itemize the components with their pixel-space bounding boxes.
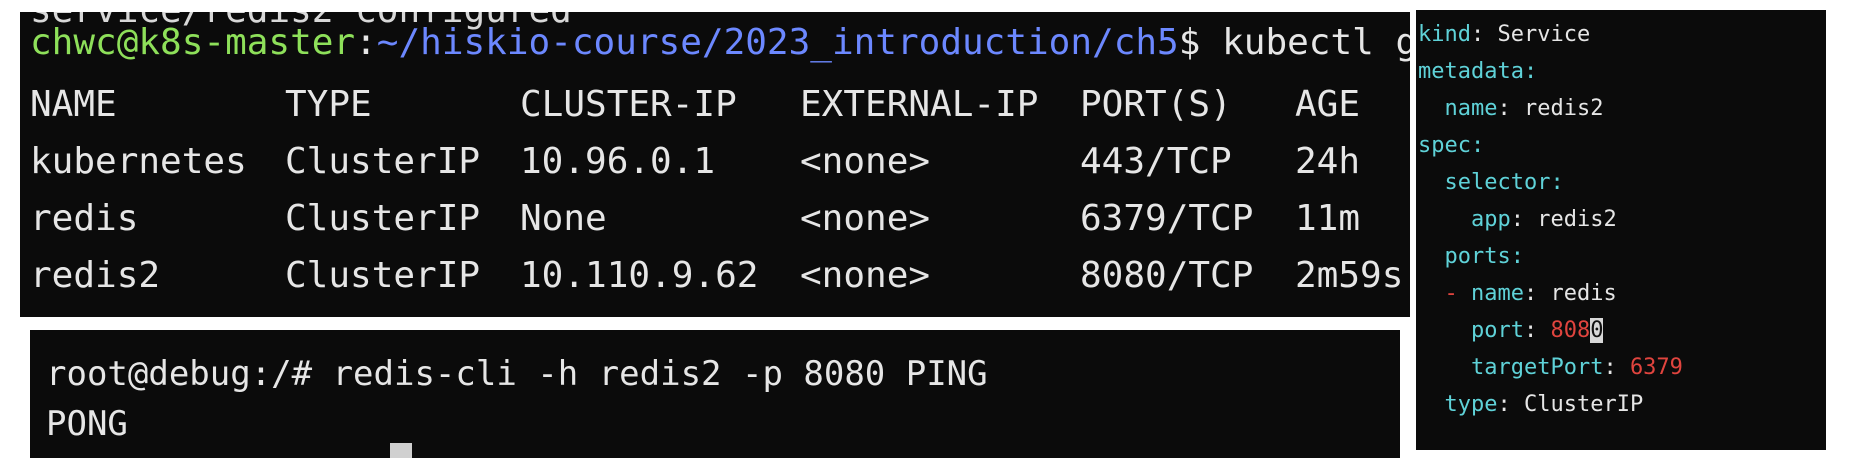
yaml-line-kind: kind: Service [1418,22,1591,47]
row-type: ClusterIP [285,198,481,239]
row-cluster-ip: None [520,198,607,239]
yaml-key: targetPort [1470,355,1604,380]
row-name: kubernetes [30,141,247,182]
row-age: 11m [1295,198,1361,239]
header-name: NAME [30,84,117,125]
yaml-value: ClusterIP [1523,392,1644,417]
yaml-number-value: 6379 [1629,355,1683,380]
yaml-line-ports: ports: [1444,244,1524,269]
debug-prompt: root@debug:/# [46,354,313,394]
prompt-line: chwc@k8s-master:~/hiskio-course/2023_int… [30,18,1410,68]
debug-output: PONG [46,404,128,444]
yaml-number-value: 808 [1550,318,1591,343]
row-external-ip: <none> [800,255,931,296]
debug-prompt-line: root@debug:/# redis-cli -h redis2 -p 808… [46,350,988,398]
prompt-path: ~/hiskio-course/2023_introduction/ch5 [376,22,1179,63]
yaml-key: type [1444,392,1498,417]
yaml-key: name [1471,281,1524,306]
yaml-line-name: name: redis2 [1444,96,1604,121]
yaml-key: ports [1444,244,1511,269]
yaml-value: redis2 [1537,207,1617,232]
yaml-line-spec: spec: [1418,133,1485,158]
prompt-symbol: $ [1178,22,1201,63]
row-name: redis2 [30,255,161,296]
row-cluster-ip: 10.110.9.62 [520,255,759,296]
yaml-key: kind [1418,22,1471,47]
yaml-key: port [1470,318,1524,343]
yaml-value: Service [1497,22,1591,47]
terminal-cursor [390,443,412,458]
debug-terminal: root@debug:/# redis-cli -h redis2 -p 808… [30,330,1400,458]
yaml-key: metadata [1418,59,1524,84]
yaml-line-port: port: 8080 [1470,318,1604,343]
header-ports: PORT(S) [1080,84,1232,125]
row-name: redis [30,198,139,239]
command-text: kubectl get svc [1222,22,1410,63]
yaml-line-app: app: redis2 [1470,207,1617,232]
editor-cursor[interactable]: 0 [1590,318,1604,343]
yaml-key: selector [1444,170,1551,195]
table-row: redis ClusterIP None <none> 6379/TCP 11m [30,194,1410,244]
yaml-line-metadata: metadata: [1418,59,1538,84]
row-ports: 6379/TCP [1080,198,1254,239]
header-age: AGE [1295,84,1361,125]
table-row: kubernetes ClusterIP 10.96.0.1 <none> 44… [30,137,1410,187]
row-age: 2m59s [1295,255,1404,296]
yaml-key: app [1470,207,1511,232]
row-type: ClusterIP [285,141,481,182]
prompt-user-host: chwc@k8s-master [30,22,356,63]
table-row: redis2 ClusterIP 10.110.9.62 <none> 8080… [30,251,1410,301]
prompt-separator: : [355,22,377,63]
row-age: 24h [1295,141,1361,182]
table-header: NAME TYPE CLUSTER-IP EXTERNAL-IP PORT(S)… [30,80,1410,130]
yaml-key: name [1444,96,1498,121]
row-type: ClusterIP [285,255,481,296]
header-external-ip: EXTERNAL-IP [800,84,1039,125]
kubectl-terminal: service/redis2 configured chwc@k8s-maste… [20,12,1410,317]
yaml-key: spec [1418,133,1471,158]
yaml-line-port-name: - name: redis [1444,281,1617,306]
debug-command: redis-cli -h redis2 -p 8080 PING [312,354,988,394]
yaml-value: redis [1550,281,1617,306]
header-cluster-ip: CLUSTER-IP [520,84,737,125]
header-type: TYPE [285,84,372,125]
row-ports: 8080/TCP [1080,255,1254,296]
row-external-ip: <none> [800,141,931,182]
yaml-list-dash: - [1444,281,1458,306]
yaml-line-target-port: targetPort: 6379 [1470,355,1683,380]
row-ports: 443/TCP [1080,141,1232,182]
yaml-value: redis2 [1523,96,1604,121]
yaml-editor[interactable]: kind: Service metadata: name: redis2 spe… [1416,10,1826,450]
yaml-line-selector: selector: [1444,170,1564,195]
row-external-ip: <none> [800,198,931,239]
yaml-line-type: type: ClusterIP [1444,392,1644,417]
row-cluster-ip: 10.96.0.1 [520,141,716,182]
